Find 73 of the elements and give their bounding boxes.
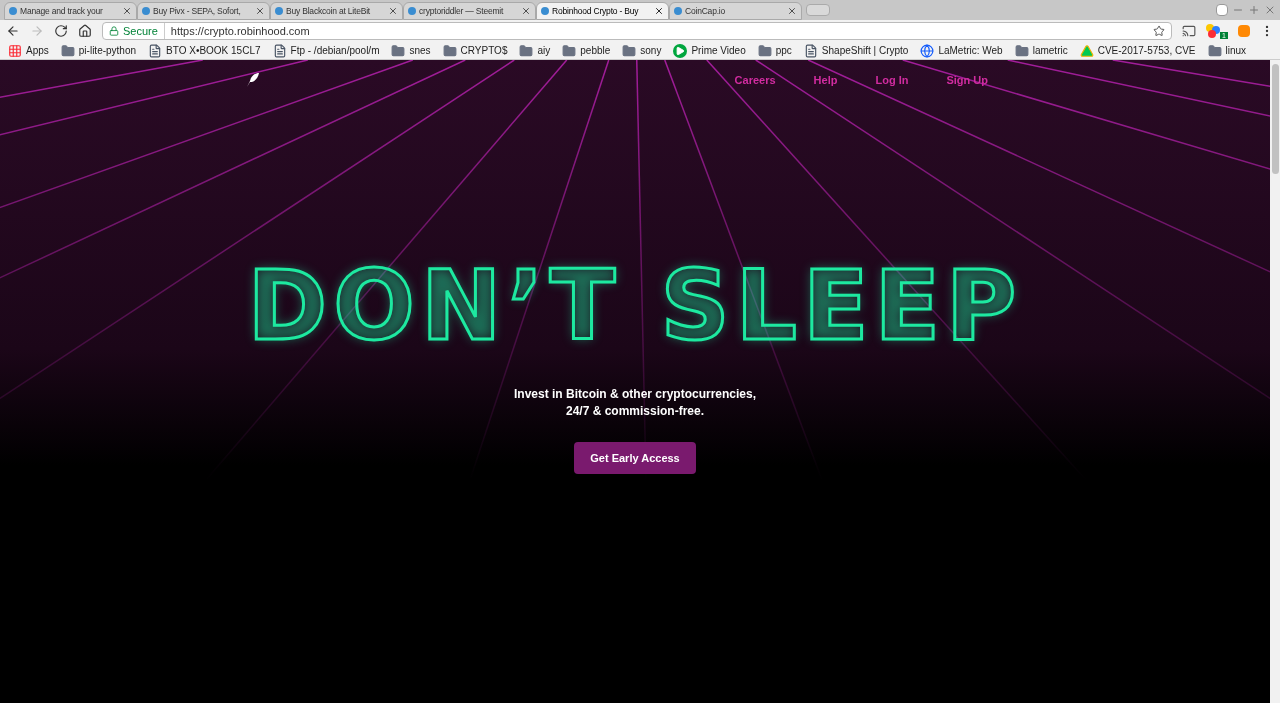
browser-tab[interactable]: Buy Blackcoin at LiteBit — [270, 2, 403, 20]
browser-tab[interactable]: CoinCap.io — [669, 2, 802, 20]
security-label: Secure — [123, 22, 165, 40]
close-icon[interactable] — [122, 6, 132, 16]
home-icon[interactable] — [78, 24, 92, 38]
tab-title: Robinhood Crypto - Buy — [552, 4, 640, 18]
favicon-icon — [674, 7, 682, 15]
tab-title: Buy Blackcoin at LiteBit — [286, 4, 372, 18]
tab-title: Buy Pivx - SEPA, Sofort, — [153, 4, 242, 18]
bookmark-item[interactable]: snes — [391, 43, 431, 58]
tab-title: cryptoriddler — Steemit — [419, 4, 505, 18]
bookmark-item[interactable]: lametric — [1014, 43, 1068, 58]
nav-link[interactable]: Careers — [734, 71, 776, 89]
favicon-icon — [142, 7, 150, 15]
folder-icon — [622, 43, 637, 58]
bookmark-item[interactable]: BTO X•BOOK 15CL7 — [148, 43, 261, 58]
folder-icon — [562, 43, 577, 58]
folder-icon — [60, 43, 75, 58]
url-text: https://crypto.robinhood.com — [169, 23, 310, 39]
browser-tab[interactable]: Robinhood Crypto - Buy — [536, 2, 669, 20]
folder-icon — [391, 43, 406, 58]
bookmark-item[interactable]: ppc — [757, 43, 792, 58]
scrollbar[interactable] — [1270, 60, 1280, 703]
bookmark-item[interactable]: CVE-2017-5753, CVE — [1079, 43, 1196, 58]
bookmark-item[interactable]: pebble — [562, 43, 611, 58]
close-icon[interactable] — [654, 6, 664, 16]
play-icon — [673, 43, 688, 58]
nav-link[interactable]: Log In — [875, 71, 909, 89]
back-icon[interactable] — [6, 24, 20, 38]
favicon-icon — [275, 7, 283, 15]
bookmark-item[interactable]: Prime Video — [673, 43, 746, 58]
get-early-access-button[interactable]: Get Early Access — [574, 442, 696, 474]
browser-tab[interactable]: cryptoriddler — Steemit — [403, 2, 536, 20]
bookmark-item[interactable]: linux — [1207, 43, 1247, 58]
folder-icon — [519, 43, 534, 58]
bookmark-item[interactable]: pi-lite-python — [60, 43, 137, 58]
bookmark-item[interactable]: CRYPTO$ — [442, 43, 508, 58]
bookmark-item[interactable]: Apps — [8, 43, 49, 58]
close-icon[interactable] — [255, 6, 265, 16]
tab-title: CoinCap.io — [685, 4, 727, 18]
address-bar[interactable]: Secure https://crypto.robinhood.com — [102, 22, 1173, 40]
hero-title: DON’T SLEEP — [247, 258, 1023, 354]
bookmark-item[interactable]: Ftp - /debian/pool/m — [272, 43, 380, 58]
favicon-icon — [541, 7, 549, 15]
lock-icon — [109, 26, 119, 36]
bookmark-item[interactable]: sony — [622, 43, 662, 58]
folder-icon — [1014, 43, 1029, 58]
close-icon[interactable] — [787, 6, 797, 16]
nav-link[interactable]: Sign Up — [946, 71, 988, 89]
globe-icon — [920, 43, 935, 58]
drive-icon — [1079, 43, 1094, 58]
bookmark-star-icon[interactable] — [1153, 25, 1166, 37]
folder-icon — [442, 43, 457, 58]
close-icon[interactable] — [388, 6, 398, 16]
browser-tab[interactable]: Buy Pivx - SEPA, Sofort, — [137, 2, 270, 20]
folder-icon — [757, 43, 772, 58]
apps-icon — [8, 43, 22, 58]
reload-icon[interactable] — [54, 24, 68, 38]
tab-title: Manage and track your — [20, 4, 104, 18]
page-icon — [148, 43, 163, 58]
hero-subtitle: Invest in Bitcoin & other cryptocurrencies, 24/7 & commission-free. — [513, 386, 757, 420]
cast-icon[interactable] — [1182, 24, 1197, 38]
browser-tab[interactable]: Manage and track your — [4, 2, 137, 20]
favicon-icon — [408, 7, 416, 15]
page-icon — [272, 43, 287, 58]
nav-link[interactable]: Help — [813, 71, 838, 89]
favicon-icon — [9, 7, 17, 15]
bookmark-item[interactable]: LaMetric: Web — [920, 43, 1003, 58]
folder-icon — [1207, 43, 1222, 58]
page-icon — [803, 43, 818, 58]
bookmark-item[interactable]: ShapeShift | Crypto — [803, 43, 909, 58]
close-icon[interactable] — [521, 6, 531, 16]
bookmark-item[interactable]: aiy — [519, 43, 551, 58]
